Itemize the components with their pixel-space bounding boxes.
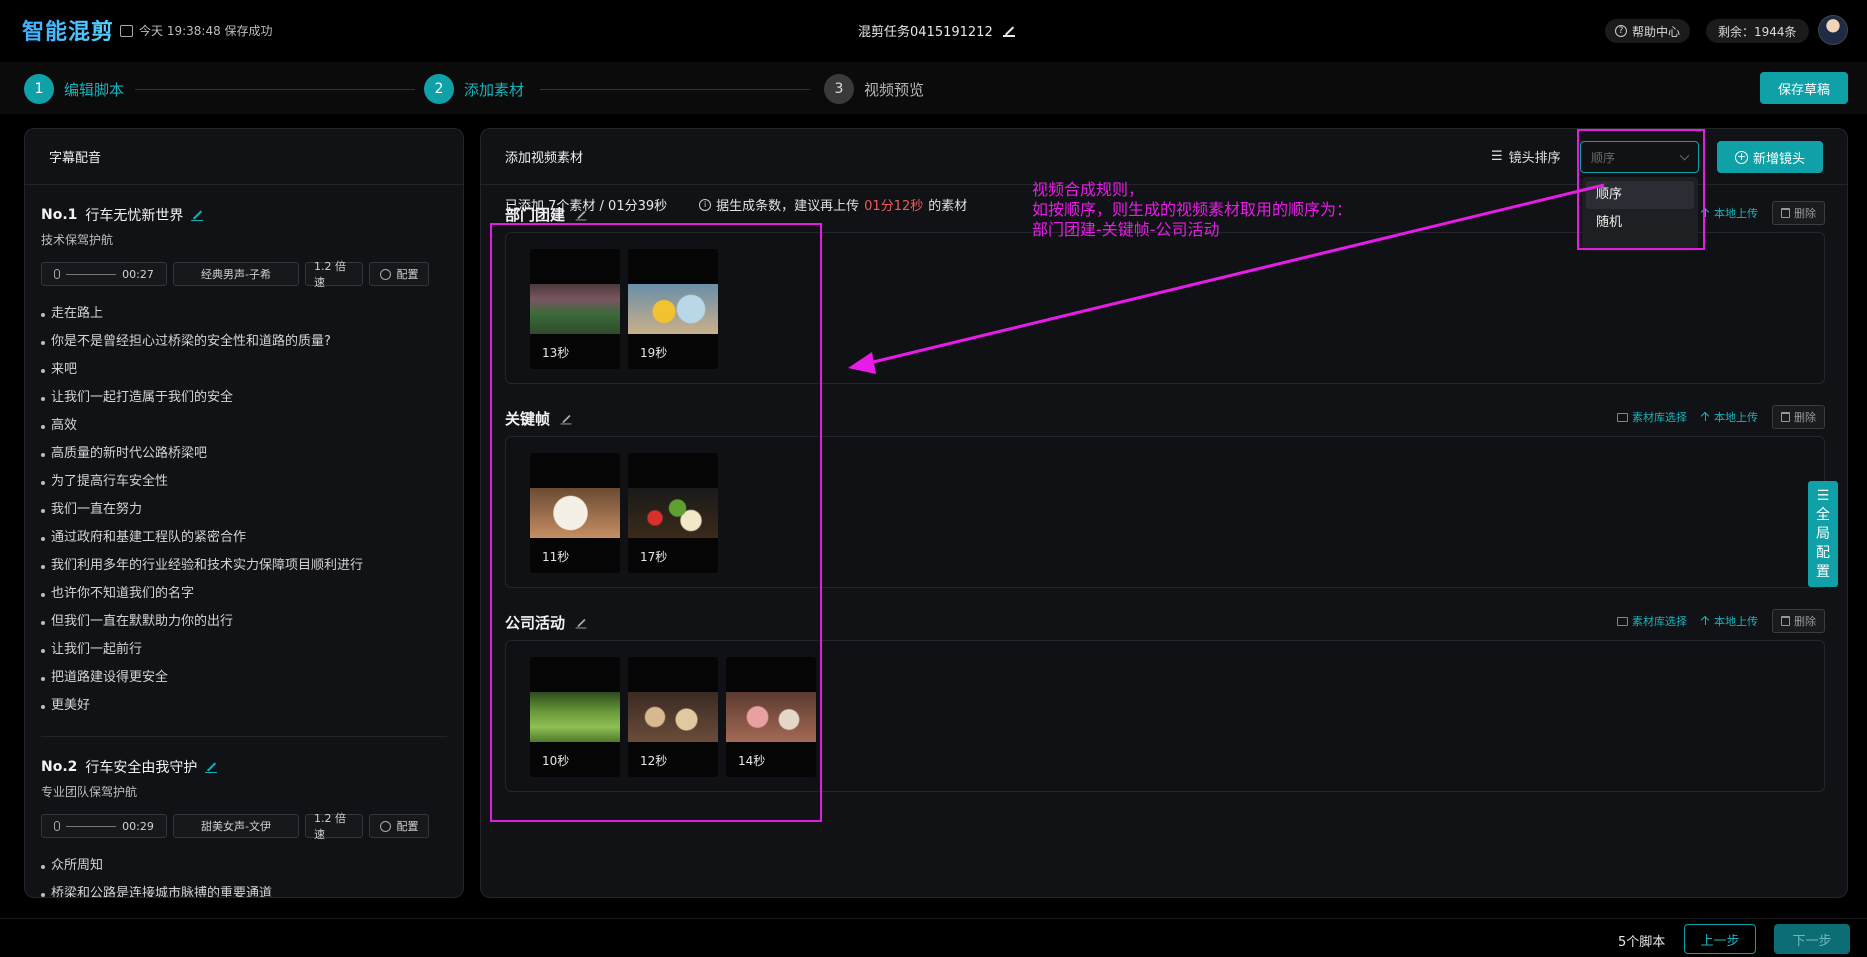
script-title: 行车安全由我守护: [85, 760, 198, 776]
script-line: 通过政府和基建工程队的紧密合作: [41, 524, 447, 552]
script-line: 桥梁和公路是连接城市脉搏的重要通道: [41, 880, 447, 897]
script-line: 更美好: [41, 692, 447, 720]
task-title: 混剪任务0415191212: [858, 21, 1015, 40]
save-status: 今天 19:38:48 保存成功: [120, 22, 273, 39]
voice-select[interactable]: 甜美女声-文伊: [173, 814, 299, 838]
group-actions: 素材库选择本地上传删除: [1617, 405, 1825, 429]
annotation-highlight-sort: [1577, 129, 1705, 250]
script-line: 众所周知: [41, 852, 447, 880]
upload-hint: i 据生成条数，建议再上传 01分12秒 的素材: [699, 195, 967, 214]
audio-player[interactable]: 00:29: [41, 814, 167, 838]
shot-group-title: 部门团建: [505, 204, 587, 225]
app-logo: 智能混剪: [22, 14, 114, 46]
config-button[interactable]: 配置: [369, 262, 429, 286]
step-divider: [540, 89, 810, 90]
upload-icon: [1701, 412, 1710, 422]
folder-icon: [1617, 616, 1628, 626]
step-add-material[interactable]: 2 添加素材: [424, 74, 524, 104]
script-line: 把道路建设得更安全: [41, 664, 447, 692]
save-draft-button[interactable]: 保存草稿: [1760, 72, 1848, 104]
edit-script-icon[interactable]: [205, 761, 218, 773]
hint-time: 01分12秒: [864, 199, 924, 214]
script-card: No.2 行车安全由我守护 专业团队保驾护航 00:29 甜美女声-文伊 1.2…: [25, 737, 463, 897]
trash-icon: [1781, 616, 1790, 626]
script-title: 行车无忧新世界: [85, 208, 184, 224]
save-status-text: 今天 19:38:48 保存成功: [139, 24, 273, 38]
delete-group-button[interactable]: 删除: [1772, 609, 1825, 633]
avatar[interactable]: [1818, 15, 1848, 45]
gear-icon: [379, 820, 391, 832]
edit-script-icon[interactable]: [191, 209, 204, 221]
annotation-highlight-groups: [490, 223, 822, 822]
speed-select[interactable]: 1.2 倍速: [305, 260, 363, 289]
step-edit-script[interactable]: 1 编辑脚本: [24, 74, 124, 104]
balance-badge: 剩余：1944条: [1706, 19, 1809, 43]
script-subtitle: 专业团队保驾护航: [41, 785, 138, 799]
script-line: 也许你不知道我们的名字: [41, 580, 447, 608]
folder-icon: [1617, 412, 1628, 422]
script-count: 5个脚本: [1618, 935, 1666, 950]
script-line: 为了提高行车安全性: [41, 468, 447, 496]
script-line: 高质量的新时代公路桥梁吧: [41, 440, 447, 468]
edit-title-icon[interactable]: [1002, 25, 1015, 37]
prev-step-button[interactable]: 上一步: [1684, 924, 1756, 954]
waveform: [66, 825, 117, 827]
annotation-text: 视频合成规则， 如按顺序，则生成的视频素材取用的顺序为： 部门团建-关键帧-公司…: [1032, 180, 1353, 239]
step-divider: [135, 89, 415, 90]
subtitle-voice-panel: 字幕配音 No.1 行车无忧新世界 技术保驾护航 00:27 经典男声-子希 1…: [24, 128, 464, 898]
save-icon: [120, 24, 133, 37]
script-line: 来吧: [41, 356, 447, 384]
mic-icon: [54, 821, 61, 831]
mic-icon: [54, 269, 61, 279]
script-subtitle: 技术保驾护航: [41, 233, 114, 247]
group-actions: 素材库选择本地上传删除: [1617, 609, 1825, 633]
help-center-button[interactable]: ? 帮助中心: [1605, 19, 1691, 43]
script-number: No.2: [41, 759, 78, 775]
add-shot-button[interactable]: + 新增镜头: [1717, 141, 1823, 173]
trash-icon: [1781, 412, 1790, 422]
step-video-preview[interactable]: 3 视频预览: [824, 74, 924, 104]
next-step-button[interactable]: 下一步: [1774, 924, 1850, 954]
panel-title: 字幕配音: [25, 129, 463, 185]
script-lines: 走在路上 你是不是曾经担心过桥梁的安全性和道路的质量? 来吧 让我们一起打造属于我们的…: [41, 300, 447, 720]
steps-bar: 1 编辑脚本 2 添加素材 3 视频预览 保存草稿: [0, 62, 1867, 114]
config-button[interactable]: 配置: [369, 814, 429, 838]
script-lines: 众所周知 桥梁和公路是连接城市脉搏的重要通道: [41, 852, 447, 897]
waveform: [66, 273, 117, 275]
info-icon: i: [699, 198, 712, 211]
script-card: No.1 行车无忧新世界 技术保驾护航 00:27 经典男声-子希 1.2 倍速…: [25, 185, 463, 737]
script-line: 走在路上: [41, 300, 447, 328]
script-line: 让我们一起打造属于我们的安全: [41, 384, 447, 412]
script-line: 我们一直在努力: [41, 496, 447, 524]
plus-circle-icon: +: [1734, 149, 1748, 164]
footer-bar: 5个脚本 上一步 下一步: [0, 918, 1867, 957]
sort-label: ☰ 镜头排序: [1491, 149, 1561, 166]
question-icon: ?: [1615, 25, 1627, 37]
trash-icon: [1781, 208, 1790, 218]
menu-icon: ☰: [1816, 487, 1830, 504]
global-config-tab[interactable]: ☰ 全局配置: [1808, 481, 1838, 587]
delete-group-button[interactable]: 删除: [1772, 201, 1825, 225]
edit-group-icon[interactable]: [575, 209, 587, 220]
local-upload-button[interactable]: 本地上传: [1701, 205, 1758, 221]
script-line: 你是不是曾经担心过桥梁的安全性和道路的质量?: [41, 328, 447, 356]
script-line: 高效: [41, 412, 447, 440]
local-upload-button[interactable]: 本地上传: [1701, 613, 1758, 629]
script-line: 让我们一起前行: [41, 636, 447, 664]
top-bar: 智能混剪 今天 19:38:48 保存成功 混剪任务0415191212 ? 帮…: [0, 0, 1867, 62]
script-number: No.1: [41, 207, 78, 223]
library-select-button[interactable]: 素材库选择: [1617, 613, 1687, 629]
gear-icon: [379, 268, 391, 280]
speed-select[interactable]: 1.2 倍速: [305, 812, 363, 841]
audio-player[interactable]: 00:27: [41, 262, 167, 286]
delete-group-button[interactable]: 删除: [1772, 405, 1825, 429]
upload-icon: [1701, 616, 1710, 626]
script-line: 但我们一直在默默助力你的出行: [41, 608, 447, 636]
sort-icon: ☰: [1491, 149, 1503, 164]
local-upload-button[interactable]: 本地上传: [1701, 409, 1758, 425]
voice-select[interactable]: 经典男声-子希: [173, 262, 299, 286]
library-select-button[interactable]: 素材库选择: [1617, 409, 1687, 425]
task-title-text: 混剪任务0415191212: [858, 25, 993, 40]
script-line: 我们利用多年的行业经验和技术实力保障项目顺利进行: [41, 552, 447, 580]
